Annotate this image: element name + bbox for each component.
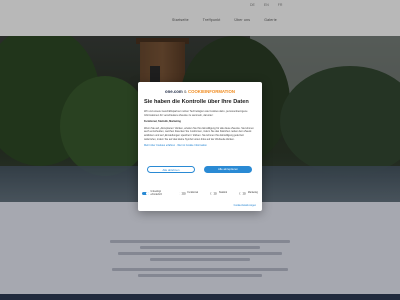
reject-all-button[interactable]: Alle ablehnen xyxy=(147,166,195,173)
switch-functional[interactable] xyxy=(178,191,186,196)
toggle-necessary[interactable]: Unbedingt erforderlich xyxy=(142,191,167,196)
cookie-details-link[interactable]: Cookie-Details zeigen xyxy=(234,205,256,207)
consent-purposes: Funktional, Statistik, Marketing xyxy=(144,120,181,124)
switch-necessary[interactable] xyxy=(142,191,149,196)
consent-category-toggles: Unbedingt erforderlich Funktional Statis… xyxy=(142,191,258,196)
switch-statistics[interactable] xyxy=(210,191,218,196)
consent-title: Sie haben die Kontrolle über Ihre Daten xyxy=(144,99,249,105)
consent-body: Wir und unsere Geschäftspartner nutzen T… xyxy=(144,110,256,151)
consent-intro: Wir und unsere Geschäftspartner nutzen T… xyxy=(144,110,248,117)
toggle-marketing[interactable]: Marketing xyxy=(239,191,258,196)
switch-marketing[interactable] xyxy=(239,191,247,196)
toggle-functional[interactable]: Funktional xyxy=(178,191,198,196)
consent-brand-logo: one.com & COOKIEINFORMATION xyxy=(165,89,235,94)
toggle-statistics[interactable]: Statistik xyxy=(210,191,227,196)
consent-info-links[interactable]: Mehr über Cookies erfahren · Wer ist Coo… xyxy=(144,144,256,148)
cookie-consent-dialog: one.com & COOKIEINFORMATION Sie haben di… xyxy=(138,82,262,211)
accept-all-button[interactable]: Alle akzeptieren xyxy=(204,166,252,173)
consent-explanation: Wenn Sie auf „Akzeptieren“ klicken, erte… xyxy=(144,126,254,141)
